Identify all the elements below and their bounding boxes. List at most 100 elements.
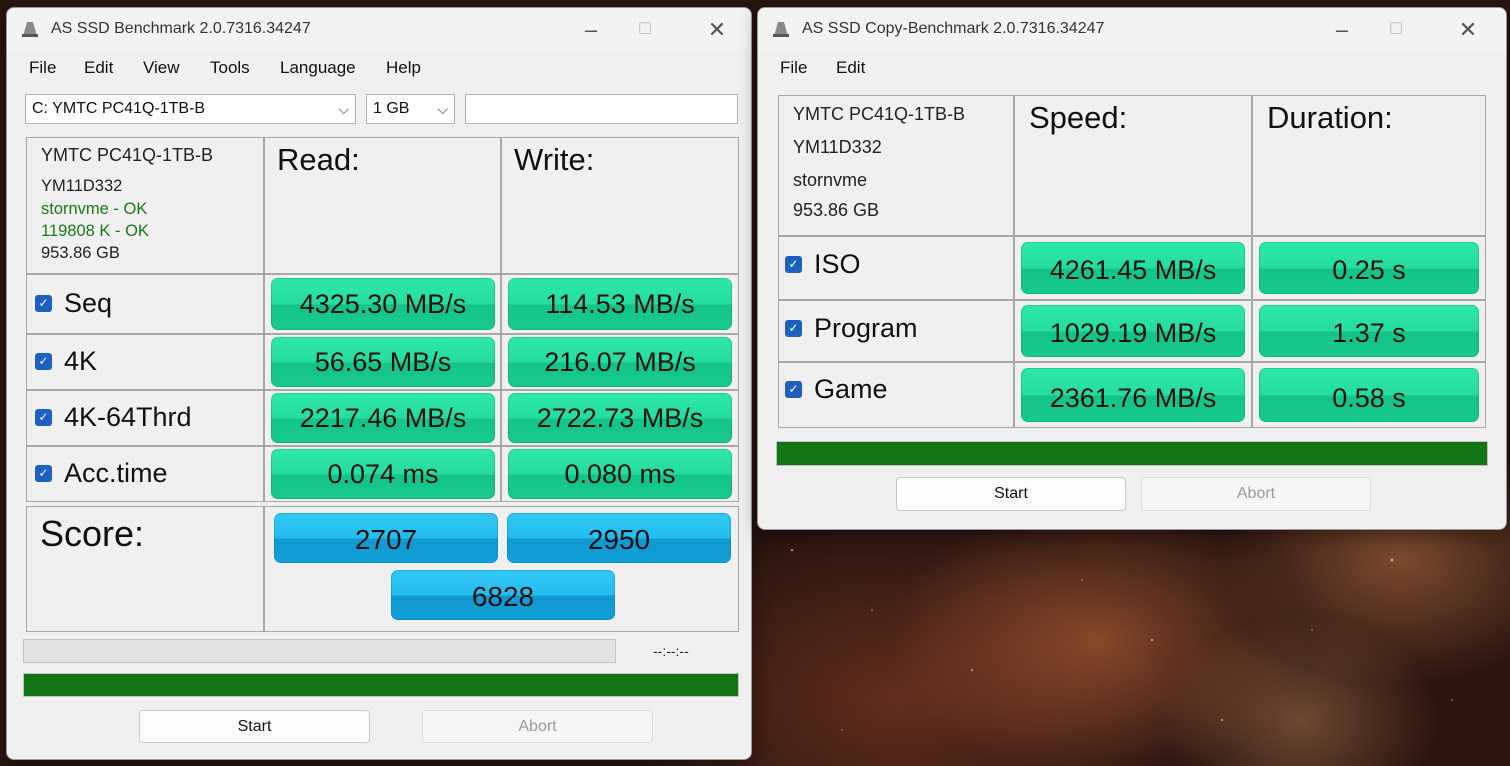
chevron-down-icon: ⌵	[437, 101, 448, 117]
disk-icon	[773, 22, 789, 37]
score-label: Score:	[40, 513, 145, 554]
row-4k-label-cell: ✓ 4K	[26, 334, 264, 390]
time-left: --:--:--	[653, 643, 689, 659]
row-seq-label-cell: ✓ Seq	[26, 274, 264, 334]
row-game-label-cell: ✓ Game	[778, 362, 1014, 428]
title-bar[interactable]: AS SSD Benchmark 2.0.7316.34247 – ☐ ✕	[7, 8, 751, 52]
maximize-icon[interactable]: ☐	[633, 18, 657, 42]
window-title: AS SSD Benchmark 2.0.7316.34247	[51, 20, 311, 37]
menu-edit[interactable]: Edit	[84, 58, 113, 78]
write-header: Write:	[514, 142, 595, 177]
drive-info-panel: YMTC PC41Q-1TB-B YM11D332 stornvme 953.8…	[778, 95, 1014, 236]
row-iso-label-cell: ✓ ISO	[778, 236, 1014, 300]
status-textbox[interactable]	[465, 94, 738, 124]
checkbox-checked-icon[interactable]: ✓	[785, 256, 802, 273]
4k-write-result: 216.07 MB/s	[508, 337, 732, 387]
read-header-cell: Read:	[264, 137, 501, 274]
menu-bar: File Edit View Tools Language Help	[7, 52, 751, 80]
row-game-duration-cell: 0.58 s	[1252, 362, 1486, 428]
row-label-seq: Seq	[64, 288, 113, 318]
game-duration-result: 0.58 s	[1259, 368, 1479, 422]
title-bar[interactable]: AS SSD Copy-Benchmark 2.0.7316.34247 – ☐…	[758, 8, 1506, 52]
drive-info-panel: YMTC PC41Q-1TB-B YM11D332 stornvme - OK …	[26, 137, 264, 274]
driver-status: stornvme - OK	[41, 200, 148, 218]
drive-select-value: C: YMTC PC41Q-1TB-B	[32, 100, 206, 117]
checkbox-checked-icon[interactable]: ✓	[35, 353, 52, 370]
chevron-down-icon: ⌵	[338, 101, 349, 117]
row-iso-duration-cell: 0.25 s	[1252, 236, 1486, 300]
row-label-game: Game	[814, 374, 888, 404]
drive-firmware: YM11D332	[793, 137, 882, 157]
abort-button[interactable]: Abort	[422, 710, 653, 743]
drive-select[interactable]: C: YMTC PC41Q-1TB-B ⌵	[25, 94, 356, 124]
row-4k64-label-cell: ✓ 4K-64Thrd	[26, 390, 264, 446]
copy-benchmark-window: AS SSD Copy-Benchmark 2.0.7316.34247 – ☐…	[757, 7, 1507, 530]
minimize-icon[interactable]: –	[1330, 18, 1354, 42]
drive-model: YMTC PC41Q-1TB-B	[793, 104, 966, 124]
maximize-icon[interactable]: ☐	[1384, 18, 1408, 42]
menu-edit[interactable]: Edit	[836, 58, 865, 78]
menu-file[interactable]: File	[29, 58, 56, 78]
read-header: Read:	[277, 142, 360, 177]
size-select-value: 1 GB	[373, 100, 410, 117]
benchmark-window: AS SSD Benchmark 2.0.7316.34247 – ☐ ✕ Fi…	[6, 7, 752, 760]
size-select[interactable]: 1 GB ⌵	[366, 94, 455, 124]
desktop-wallpaper	[752, 520, 1510, 766]
menu-language[interactable]: Language	[280, 58, 356, 78]
duration-header-cell: Duration:	[1252, 95, 1486, 236]
menu-tools[interactable]: Tools	[210, 58, 250, 78]
4k-read-result: 56.65 MB/s	[271, 337, 495, 387]
menu-help[interactable]: Help	[386, 58, 421, 78]
row-seq-read-cell: 4325.30 MB/s	[264, 274, 501, 334]
row-acctime-label-cell: ✓ Acc.time	[26, 446, 264, 502]
speed-header-cell: Speed:	[1014, 95, 1252, 236]
start-button[interactable]: Start	[139, 710, 370, 743]
drive-firmware: YM11D332	[41, 177, 123, 195]
game-speed-result: 2361.76 MB/s	[1021, 368, 1245, 422]
iso-duration-result: 0.25 s	[1259, 242, 1479, 294]
abort-button[interactable]: Abort	[1141, 477, 1371, 511]
seq-write-result: 114.53 MB/s	[508, 278, 732, 330]
checkbox-checked-icon[interactable]: ✓	[35, 295, 52, 312]
row-label-program: Program	[814, 313, 918, 343]
row-label-iso: ISO	[814, 249, 861, 279]
checkbox-checked-icon[interactable]: ✓	[785, 320, 802, 337]
start-button[interactable]: Start	[896, 477, 1126, 511]
overall-progress-bar	[777, 442, 1487, 465]
checkbox-checked-icon[interactable]: ✓	[785, 381, 802, 398]
row-label-acctime: Acc.time	[64, 458, 168, 488]
close-icon[interactable]: ✕	[1456, 18, 1480, 42]
row-label-4k64thrd: 4K-64Thrd	[64, 402, 192, 432]
test-progress-bar	[23, 639, 616, 663]
disk-icon	[22, 22, 38, 37]
4k64-write-result: 2722.73 MB/s	[508, 393, 732, 443]
row-game-speed-cell: 2361.76 MB/s	[1014, 362, 1252, 428]
score-total: 6828	[391, 570, 615, 620]
close-icon[interactable]: ✕	[705, 18, 729, 42]
menu-view[interactable]: View	[143, 58, 180, 78]
program-duration-result: 1.37 s	[1259, 305, 1479, 357]
seq-read-result: 4325.30 MB/s	[271, 278, 495, 330]
drive-capacity: 953.86 GB	[793, 200, 880, 220]
acctime-read-result: 0.074 ms	[271, 449, 495, 499]
row-4k64-read-cell: 2217.46 MB/s	[264, 390, 501, 446]
score-write: 2950	[507, 513, 731, 563]
row-program-speed-cell: 1029.19 MB/s	[1014, 300, 1252, 362]
score-read: 2707	[274, 513, 498, 563]
row-acctime-read-cell: 0.074 ms	[264, 446, 501, 502]
checkbox-checked-icon[interactable]: ✓	[35, 465, 52, 482]
minimize-icon[interactable]: –	[579, 18, 603, 42]
menu-file[interactable]: File	[780, 58, 807, 78]
drive-capacity: 953.86 GB	[41, 244, 120, 262]
row-4k-read-cell: 56.65 MB/s	[264, 334, 501, 390]
speed-header: Speed:	[1029, 100, 1128, 135]
overall-progress-bar	[24, 674, 738, 696]
row-seq-write-cell: 114.53 MB/s	[501, 274, 739, 334]
checkbox-checked-icon[interactable]: ✓	[35, 409, 52, 426]
acctime-write-result: 0.080 ms	[508, 449, 732, 499]
row-label-4k: 4K	[64, 346, 98, 376]
row-acctime-write-cell: 0.080 ms	[501, 446, 739, 502]
menu-bar: File Edit	[758, 52, 1506, 80]
duration-header: Duration:	[1267, 100, 1393, 135]
iso-speed-result: 4261.45 MB/s	[1021, 242, 1245, 294]
